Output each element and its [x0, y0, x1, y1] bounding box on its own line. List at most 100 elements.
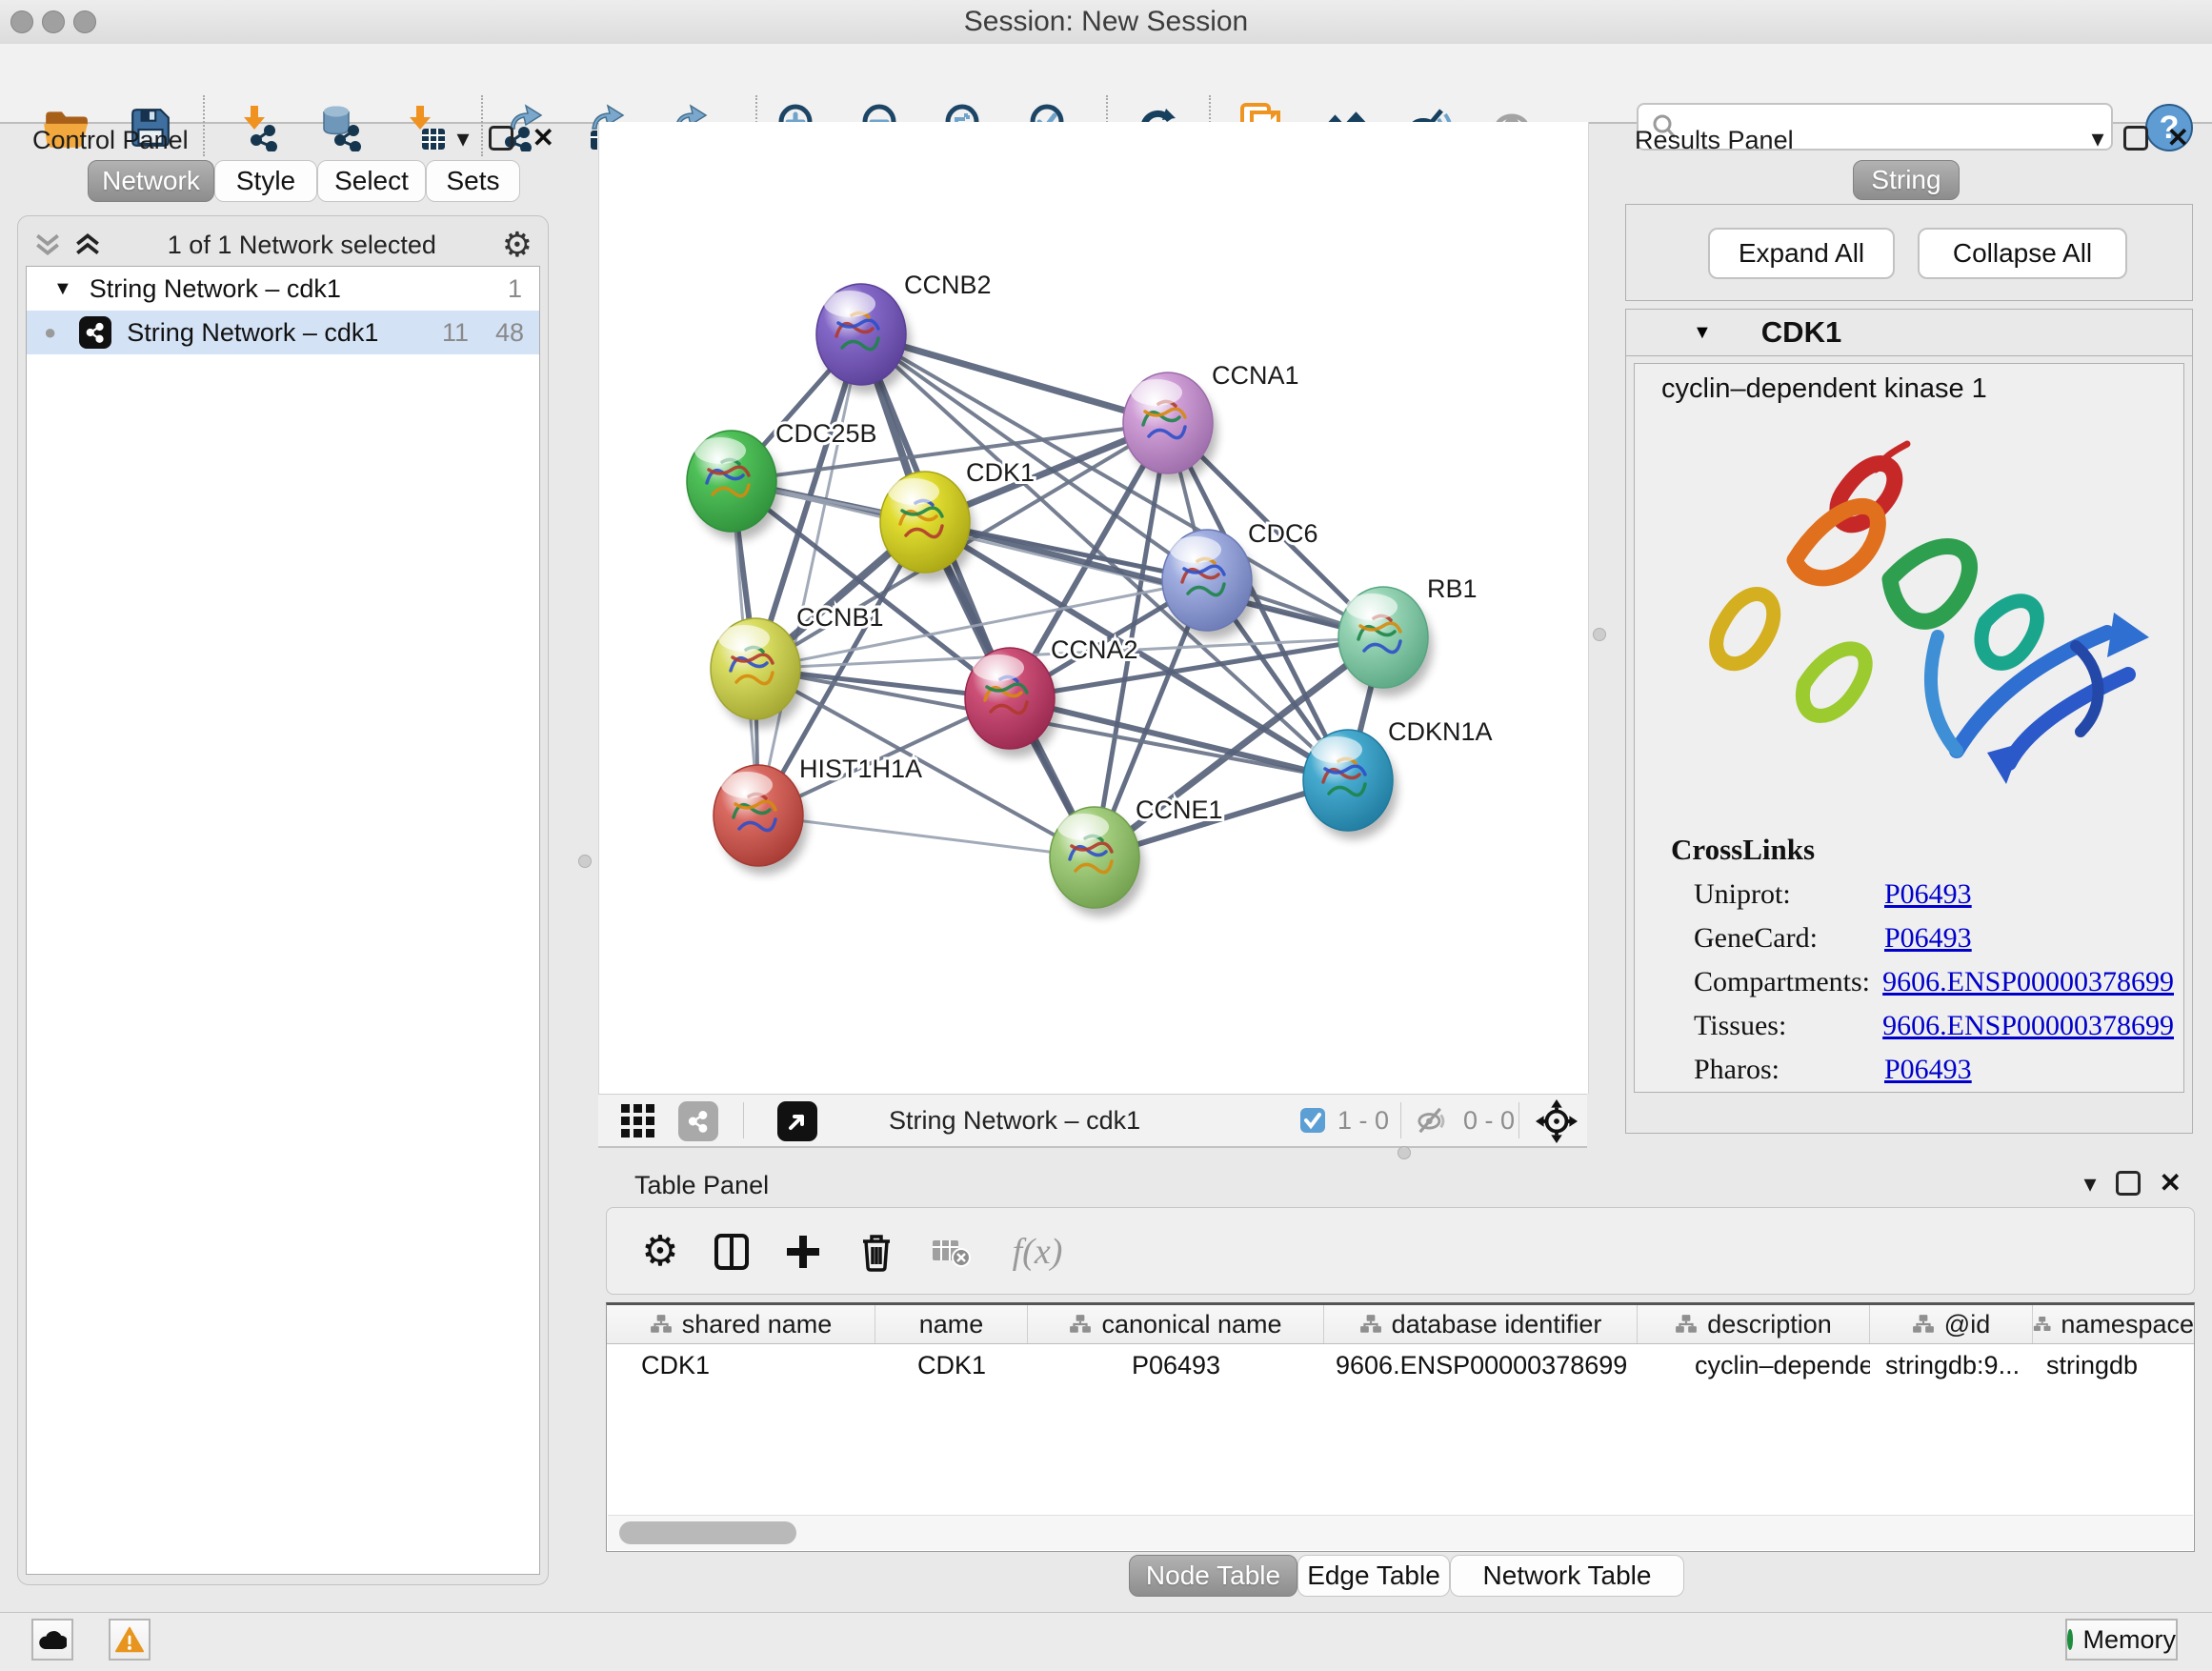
network-node-label: CCNB1: [796, 603, 884, 632]
table-header-row: shared name name canonical name database…: [607, 1305, 2194, 1344]
network-label: String Network – cdk1: [127, 318, 378, 348]
scrollbar-thumb[interactable]: [619, 1521, 796, 1544]
tab-select[interactable]: Select: [317, 160, 426, 202]
uniprot-link[interactable]: P06493: [1884, 878, 1972, 911]
network-view-toolbar: String Network – cdk1 1 - 0 0 - 0: [598, 1094, 1587, 1148]
collapse-all-icon[interactable]: [33, 232, 62, 257]
grid-icon: [619, 1102, 657, 1140]
close-panel-icon[interactable]: ✕: [533, 126, 554, 151]
column-header-name[interactable]: name: [875, 1305, 1028, 1343]
column-header-id[interactable]: @id: [1870, 1305, 2033, 1343]
protein-structure-image: [1652, 417, 2170, 817]
fit-selection-button[interactable]: [1536, 1099, 1578, 1148]
collapse-all-button[interactable]: Collapse All: [1918, 228, 2127, 279]
column-header-database-identifier[interactable]: database identifier: [1324, 1305, 1638, 1343]
float-panel-icon[interactable]: [2116, 1171, 2141, 1196]
column-header-canonical-name[interactable]: canonical name: [1028, 1305, 1324, 1343]
tab-sets[interactable]: Sets: [426, 160, 520, 202]
results-panel-window-buttons: ▾ ✕: [2091, 126, 2189, 151]
crosslink-row: Compartments: 9606.ENSP00000378699: [1694, 960, 2174, 1004]
app-window: Session: New Session: [0, 0, 2212, 1671]
hidden-eye-icon: [1414, 1104, 1448, 1137]
tab-string[interactable]: String: [1853, 160, 1960, 200]
gene-expander-icon[interactable]: ▼: [1693, 322, 1712, 344]
tab-edge-table[interactable]: Edge Table: [1297, 1555, 1450, 1597]
hierarchy-icon: [1912, 1313, 1935, 1336]
expand-all-icon[interactable]: [73, 232, 102, 257]
network-tree: ▼ String Network – cdk1 1 ● String Netwo…: [26, 266, 540, 1575]
gene-detail-content: cyclin–dependent kinase 1: [1634, 363, 2184, 1093]
cloud-status-button[interactable]: [31, 1619, 73, 1661]
table-row[interactable]: CDK1 CDK1 P06493 9606.ENSP00000378699 cy…: [607, 1344, 2194, 1386]
network-edge[interactable]: [758, 815, 1095, 857]
network-canvas[interactable]: CCNB2CCNA1CDC25BCDK1CDC6RB1CCNB1CCNA2CDK…: [598, 122, 1589, 1094]
compartments-link[interactable]: 9606.ENSP00000378699: [1882, 966, 2174, 998]
string-view-button[interactable]: [678, 1101, 718, 1141]
network-node-label: CCNA2: [1051, 635, 1138, 664]
detach-view-button[interactable]: [777, 1101, 817, 1141]
table-options-gear-icon[interactable]: ⚙: [637, 1229, 683, 1275]
close-panel-icon[interactable]: ✕: [2167, 126, 2189, 151]
network-list-header: 1 of 1 Network selected ⚙: [18, 224, 548, 266]
tissues-link[interactable]: 9606.ENSP00000378699: [1882, 1010, 2174, 1042]
function-builder-button[interactable]: f(x): [999, 1229, 1076, 1275]
network-edge[interactable]: [758, 334, 861, 815]
close-panel-icon[interactable]: ✕: [2160, 1171, 2182, 1196]
crosslink-row: GeneCard: P06493: [1694, 916, 2174, 960]
tab-node-table[interactable]: Node Table: [1129, 1555, 1297, 1597]
hierarchy-icon: [2033, 1313, 2051, 1336]
memory-button[interactable]: Memory: [2065, 1619, 2178, 1661]
horizontal-scrollbar[interactable]: [608, 1515, 2193, 1550]
table-panel-window-buttons: ▾ ✕: [2083, 1171, 2182, 1196]
panel-menu-icon[interactable]: ▾: [2083, 1171, 2096, 1196]
control-panel-window-buttons: ▾ ✕: [456, 126, 554, 151]
panel-menu-icon[interactable]: ▾: [2091, 126, 2103, 151]
right-splitter-handle[interactable]: [1593, 628, 1606, 641]
network-row-selected[interactable]: ● String Network – cdk1 11 48: [27, 311, 539, 354]
column-header-shared-name[interactable]: shared name: [607, 1305, 875, 1343]
network-collection-row[interactable]: ▼ String Network – cdk1 1: [27, 267, 539, 311]
network-graph[interactable]: CCNB2CCNA1CDC25BCDK1CDC6RB1CCNB1CCNA2CDK…: [599, 122, 1588, 1094]
pharos-link[interactable]: P06493: [1884, 1054, 1972, 1086]
node-table: shared name name canonical name database…: [606, 1302, 2195, 1552]
hidden-toggle[interactable]: [1414, 1104, 1448, 1141]
expand-all-button[interactable]: Expand All: [1708, 228, 1895, 279]
delete-table-button[interactable]: [928, 1229, 974, 1275]
collection-expander-icon[interactable]: ▼: [53, 278, 72, 300]
results-panel-title: Results Panel: [1635, 126, 1794, 155]
select-columns-button[interactable]: [709, 1229, 754, 1275]
network-node-label: CCNB2: [904, 271, 992, 299]
column-header-namespace[interactable]: namespace: [2033, 1305, 2194, 1343]
crosshair-icon: [1536, 1099, 1578, 1143]
tab-network-table[interactable]: Network Table: [1450, 1555, 1684, 1597]
trash-icon: [855, 1231, 897, 1273]
gene-header[interactable]: ▼ CDK1: [1626, 310, 2192, 356]
control-panel: Control Panel ▾ ✕ Network Style Select S…: [10, 122, 568, 1583]
float-panel-icon[interactable]: [2123, 126, 2148, 151]
left-splitter-handle[interactable]: [578, 855, 592, 868]
column-header-description[interactable]: description: [1638, 1305, 1870, 1343]
title-bar: Session: New Session: [0, 0, 2212, 45]
share-icon: [686, 1109, 711, 1134]
network-selected-status: 1 of 1 Network selected: [102, 231, 502, 260]
node-count: 11: [442, 318, 469, 348]
network-node-label: CDKN1A: [1388, 717, 1493, 746]
tab-network[interactable]: Network: [88, 160, 214, 202]
create-column-button[interactable]: [780, 1229, 826, 1275]
panel-menu-icon[interactable]: ▾: [456, 126, 469, 151]
network-type-badge: [79, 316, 111, 349]
collection-count: 1: [508, 274, 522, 304]
gene-detail-section: ▼ CDK1 cyclin–dependent kinase 1: [1625, 309, 2193, 1134]
expand-collapse-bar: Expand All Collapse All: [1625, 204, 2193, 301]
tab-style[interactable]: Style: [214, 160, 317, 202]
hierarchy-icon: [650, 1313, 673, 1336]
network-options-gear-icon[interactable]: ⚙: [502, 228, 533, 262]
network-node-label: HIST1H1A: [799, 755, 922, 783]
grid-view-button[interactable]: [619, 1102, 657, 1145]
delete-column-button[interactable]: [854, 1229, 899, 1275]
warnings-button[interactable]: [109, 1619, 151, 1661]
network-view-title: String Network – cdk1: [889, 1095, 1140, 1146]
float-panel-icon[interactable]: [489, 126, 513, 151]
genecard-link[interactable]: P06493: [1884, 922, 1972, 955]
selected-checkbox[interactable]: [1299, 1107, 1326, 1138]
